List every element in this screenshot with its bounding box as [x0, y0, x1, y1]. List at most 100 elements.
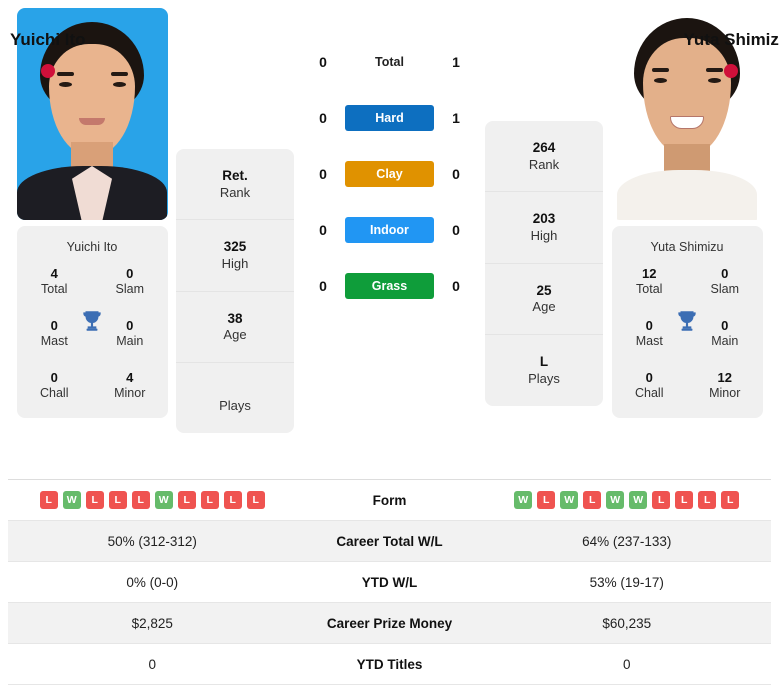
form-badge-loss[interactable]: L: [583, 491, 602, 509]
right-high-label: High: [530, 227, 558, 243]
right-titles-mast-label: Mast: [635, 334, 663, 349]
right-profile-card: 264 Rank 203 High 25 Age L Plays: [485, 121, 603, 406]
form-badge-loss[interactable]: L: [537, 491, 556, 509]
left-stat-value: 0% (0-0): [126, 574, 179, 590]
h2h-right-count: 0: [452, 222, 460, 238]
left-titles-card: Yuichi Ito 4 Total 0 Slam 0 Mast 0 Main …: [16, 226, 168, 418]
right-titles-slam-label: Slam: [710, 282, 739, 297]
table-row: L W L L L W L L L L Form W L W L W W L L L L: [8, 480, 771, 521]
right-titles-minor: 12 Minor: [687, 370, 763, 402]
h2h-left-count: 0: [319, 222, 327, 238]
h2h-label-cell: Grass: [336, 273, 443, 299]
left-titles-grid: 4 Total 0 Slam 0 Mast 0 Main 0 Chall 4 M…: [17, 266, 168, 402]
left-titles-slam-label: Slam: [115, 282, 144, 297]
left-high-label: High: [221, 255, 249, 271]
left-player-name[interactable]: Yuichi Ito: [0, 30, 96, 50]
surface-badge-indoor[interactable]: Indoor: [345, 217, 434, 243]
trophy-icon: [678, 311, 696, 331]
h2h-row-hard: 0 Hard 1: [294, 90, 485, 146]
left-stat-value: 50% (312-312): [107, 533, 197, 549]
left-player-header[interactable]: Yuichi Ito: [0, 30, 390, 78]
left-titles-minor-value: 4: [126, 369, 134, 385]
form-badge-win[interactable]: W: [514, 491, 533, 509]
form-badge-win[interactable]: W: [62, 491, 81, 509]
form-badge-loss[interactable]: L: [85, 491, 104, 509]
h2h-left-count: 0: [319, 110, 327, 126]
form-badge-loss[interactable]: L: [200, 491, 219, 509]
right-titles-total-value: 12: [642, 266, 657, 281]
form-badge-loss[interactable]: L: [652, 491, 671, 509]
surface-badge-hard[interactable]: Hard: [345, 105, 434, 131]
form-badge-loss[interactable]: L: [246, 491, 265, 509]
form-badge-win[interactable]: W: [606, 491, 625, 509]
left-titles-main-label: Main: [116, 334, 144, 349]
form-badge-win[interactable]: W: [629, 491, 648, 509]
right-titles-minor-value: 12: [717, 369, 732, 385]
left-titles-chall-label: Chall: [40, 386, 69, 400]
table-row: 50% (312-312) Career Total W/L 64% (237-13…: [8, 521, 771, 562]
form-badge-loss[interactable]: L: [223, 491, 242, 509]
stat-row-label: Career Prize Money: [326, 615, 453, 631]
left-titles-chall-value: 0: [50, 369, 58, 385]
left-stat-value: LWLLLWLLLL: [8, 491, 297, 509]
left-stat-value: 0: [148, 656, 156, 672]
left-titles-mast-label: Mast: [40, 334, 68, 349]
form-badge-loss[interactable]: L: [131, 491, 150, 509]
table-row: 0% (0-0) YTD W/L 53% (19-17): [8, 562, 771, 603]
stat-row-label: YTD Titles: [356, 656, 423, 672]
right-player-header[interactable]: Yuta Shimizu: [390, 30, 779, 78]
left-titles-total-label: Total: [41, 282, 68, 297]
left-plays-cell: Plays: [176, 363, 294, 433]
form-badge-loss[interactable]: L: [39, 491, 58, 509]
left-form-strip: LWLLLWLLLL: [8, 491, 297, 509]
left-age-cell: 38 Age: [176, 292, 294, 364]
stats-comparison-table: L W L L L W L L L L Form W L W L W W L L L L 50% (312-312) Car…: [8, 479, 771, 685]
right-high-value: 203: [532, 211, 556, 227]
h2h-label-cell: Indoor: [336, 217, 443, 243]
h2h-row-clay: 0 Clay 0: [294, 146, 485, 202]
left-age-label: Age: [223, 327, 247, 343]
h2h-right-count: 0: [452, 278, 460, 294]
form-badge-loss[interactable]: L: [675, 491, 694, 509]
surface-badge-clay[interactable]: Clay: [345, 161, 434, 187]
right-card-player-name: Yuta Shimizu: [650, 240, 724, 254]
left-stat-value: $2,825: [131, 615, 173, 631]
h2h-left-count: 0: [319, 166, 327, 182]
left-titles-total: 4 Total: [17, 266, 93, 298]
left-high-value: 325: [223, 239, 247, 255]
right-rank-label: Rank: [528, 156, 560, 172]
h2h-row-grass: 0 Grass 0: [294, 258, 485, 314]
form-badge-loss[interactable]: L: [721, 491, 740, 509]
stat-row-label: Form: [372, 492, 407, 508]
form-badge-loss[interactable]: L: [177, 491, 196, 509]
h2h-label-cell: Hard: [336, 105, 443, 131]
table-row: $2,825 Career Prize Money $60,235: [8, 603, 771, 644]
surface-badge-grass[interactable]: Grass: [345, 273, 434, 299]
left-plays-value: [180, 381, 290, 398]
right-plays-cell: L Plays: [485, 335, 603, 405]
right-plays-label: Plays: [528, 370, 560, 386]
right-high-cell: 203 High: [485, 192, 603, 264]
left-age-value: 38: [227, 310, 243, 326]
right-titles-slam-value: 0: [721, 266, 729, 281]
right-titles-card: Yuta Shimizu 12 Total 0 Slam 0 Mast 0 Ma…: [611, 226, 763, 418]
left-titles-minor-label: Minor: [114, 386, 146, 400]
form-badge-win[interactable]: W: [154, 491, 173, 509]
form-badge-loss[interactable]: L: [108, 491, 127, 509]
left-rank-label: Rank: [219, 184, 251, 200]
h2h-right-count: 0: [452, 166, 460, 182]
player-names-header: Yuichi Ito Yuta Shimizu: [0, 30, 779, 78]
stat-row-label: YTD W/L: [361, 574, 418, 590]
left-titles-slam: 0 Slam: [92, 266, 168, 298]
left-titles-total-value: 4: [50, 266, 58, 281]
form-badge-win[interactable]: W: [560, 491, 579, 509]
left-rank-value: Ret.: [222, 168, 248, 183]
left-titles-minor: 4 Minor: [92, 370, 168, 402]
right-titles-total: 12 Total: [612, 266, 688, 298]
left-titles-slam-value: 0: [126, 266, 134, 281]
form-badge-loss[interactable]: L: [698, 491, 717, 509]
right-player-name[interactable]: Yuta Shimizu: [684, 30, 779, 50]
right-rank-cell: 264 Rank: [485, 121, 603, 193]
right-titles-minor-label: Minor: [709, 386, 741, 400]
right-titles-total-label: Total: [636, 282, 663, 297]
